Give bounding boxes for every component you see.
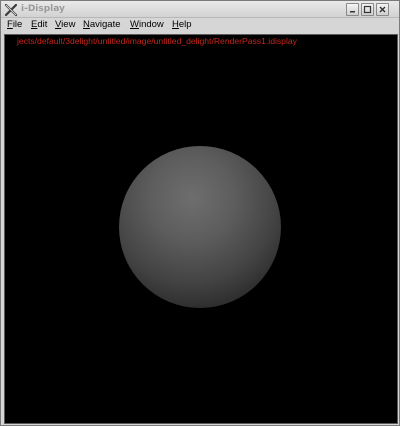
menu-help-label: elp [178, 19, 192, 30]
menu-view-label: iew [61, 19, 76, 30]
menu-file-label: ile [12, 19, 23, 30]
menu-navigate[interactable]: Navigate [83, 19, 121, 31]
window-title: i-Display [21, 4, 65, 14]
maximize-button[interactable] [361, 3, 374, 16]
menu-navigate-label: avigate [89, 19, 121, 30]
menu-bar: File Edit View Navigate Window Help [1, 18, 399, 32]
menu-window[interactable]: Window [130, 19, 164, 31]
render-file-path: jects/default/3delight/untitled/image/un… [17, 36, 297, 46]
menu-navigate-mnemonic: N [83, 19, 90, 30]
render-viewport[interactable]: jects/default/3delight/untitled/image/un… [4, 34, 398, 424]
menu-window-mnemonic: W [130, 19, 139, 30]
rendered-sphere [119, 146, 281, 308]
menu-window-label: indow [138, 19, 164, 30]
close-button[interactable] [376, 3, 389, 16]
menu-help-mnemonic: H [172, 19, 179, 30]
menu-view[interactable]: View [55, 19, 75, 31]
menu-file[interactable]: File [7, 19, 22, 31]
minimize-button[interactable] [346, 3, 359, 16]
menu-edit[interactable]: Edit [31, 19, 47, 31]
title-bar[interactable]: i-Display [1, 1, 399, 18]
maximize-icon [363, 5, 372, 14]
menu-help[interactable]: Help [172, 19, 192, 31]
x-logo-icon[interactable] [4, 2, 18, 17]
minimize-icon [350, 11, 355, 13]
i-display-window: i-Display File Edit View Navigate Window… [0, 0, 400, 426]
menu-edit-label: dit [37, 19, 48, 30]
close-icon [379, 6, 386, 13]
